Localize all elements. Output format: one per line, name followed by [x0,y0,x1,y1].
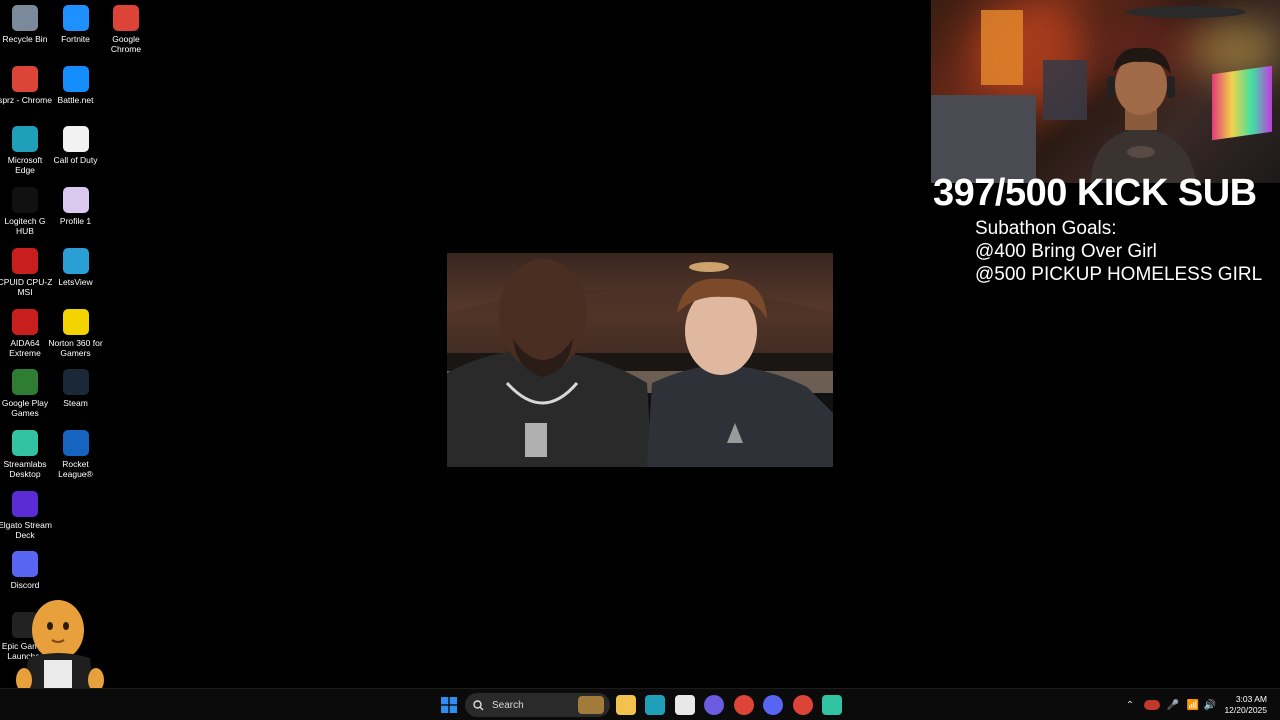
desktop-icon-label: Norton 360 for Gamers [48,337,103,358]
desktop-icon[interactable]: Microsoft Edge [0,126,50,175]
desktop-icon[interactable]: CPUID CPU-Z MSI [0,247,53,297]
start-button[interactable] [439,695,459,715]
cpuz-icon [12,247,38,274]
desktop-icon[interactable]: Battle.net [51,65,101,105]
steam-icon [62,369,89,396]
tray-app-icon[interactable] [1144,700,1160,710]
desktop-icon[interactable]: Norton 360 for Gamers [48,308,103,358]
chrome-profile-icon [12,65,38,92]
desktop-icon-label: Google Play Games [1,398,49,419]
clock-date: 12/20/2025 [1224,705,1267,715]
play-games-icon [12,369,38,396]
goal-500: @500 PICKUP HOMELESS GIRL [975,264,1263,285]
file-icon [62,126,89,153]
system-tray: ⌃ 🎤 📶 🔊 [1122,689,1217,720]
fortnite-icon [62,5,89,31]
desktop-icon[interactable]: sprz - Chrome [0,65,52,105]
desktop-icon-label: sprz - Chrome [0,94,52,105]
chevron-up-icon[interactable]: ⌃ [1122,700,1138,711]
desktop-icon-label: Discord [10,580,40,591]
desktop-icon[interactable]: Rocket League® [51,429,101,479]
edge-icon [12,126,38,153]
desktop-icon[interactable]: Discord [0,551,50,590]
goals-title: Subathon Goals: [975,218,1117,239]
taskbar-search[interactable]: Search [465,693,610,717]
desktop-icon-label: AIDA64 Extreme [9,337,41,358]
volume-icon[interactable]: 🔊 [1203,700,1217,711]
desktop-icon-label: Profile 1 [59,216,92,227]
rocket-league-icon [62,429,89,456]
desktop-icon[interactable]: Streamlabs Desktop [0,429,50,479]
desktop-icon-label: CPUID CPU-Z MSI [0,276,53,297]
desktop-icon-label: Recycle Bin [2,34,48,44]
sub-counter: 397/500 KICK SUB [933,172,1257,214]
chrome-icon [113,5,139,31]
search-icon [473,699,484,710]
search-label: Search [492,699,524,711]
wifi-icon[interactable]: 📶 [1186,700,1200,711]
taskbar: Search ⌃ 🎤 📶 🔊 3:03 AM 12/20/2025 [0,688,1280,720]
subathon-goals: Subathon Goals: @400 Bring Over Girl @50… [975,217,1262,286]
desktop-icon-label: Fortnite [61,34,90,44]
streamlabs-icon[interactable] [822,695,842,715]
norton-icon [62,308,89,335]
cortana-icon[interactable] [704,695,724,715]
clock[interactable]: 3:03 AM 12/20/2025 [1224,694,1267,716]
desktop-icon-label: Rocket League® [58,458,93,479]
battlenet-icon [62,65,89,92]
desktop-icon-label: Battle.net [57,94,94,105]
edge-icon[interactable] [645,695,665,715]
webcam-feed [931,0,1280,183]
desktop-icon-label: Streamlabs Desktop [3,458,47,479]
discord-icon [12,551,38,578]
recycle-bin-icon [12,5,38,31]
microphone-icon[interactable]: 🎤 [1166,700,1180,711]
stream-deck-icon [12,490,38,517]
desktop-icon-label: Elgato Stream Deck [0,519,52,540]
desktop-icon-label: Call of Duty [53,155,98,166]
search-highlight-icon [578,696,604,714]
desktop-icon[interactable]: AIDA64 Extreme [0,308,50,358]
desktop-icon[interactable]: Call of Duty [51,126,101,165]
aida64-icon [12,308,38,335]
windows-icon [441,697,457,713]
desktop-icon[interactable]: LetsView [51,247,101,287]
desktop-icon[interactable]: Google Play Games [0,369,50,418]
desktop-icon-label: Steam [63,398,88,409]
streamlabs-icon [12,429,38,456]
chrome-profile-icon[interactable] [793,695,813,715]
logitech-icon [12,187,38,214]
desktop-icon-label: LetsView [58,276,93,287]
desktop-icon[interactable]: Elgato Stream Deck [0,490,52,540]
profile-file-icon [62,187,89,214]
desktop-icon[interactable]: Fortnite [51,5,101,44]
desktop-icon[interactable]: Logitech G HUB [0,187,50,236]
chrome-icon[interactable] [734,695,754,715]
desktop-icon-label: Google Chrome [110,34,142,54]
goal-400: @400 Bring Over Girl [975,241,1157,262]
desktop-icon[interactable]: Profile 1 [51,187,101,226]
store-icon[interactable] [675,695,695,715]
video-player[interactable] [447,253,833,467]
letsview-icon [62,247,89,274]
desktop-icon[interactable]: Recycle Bin [0,5,50,44]
desktop-icon-label: Logitech G HUB [4,216,46,237]
desktop-icon[interactable]: Steam [51,369,101,408]
clock-time: 3:03 AM [1235,694,1267,704]
desktop-icon[interactable]: Google Chrome [101,5,151,54]
discord-icon[interactable] [763,695,783,715]
desktop-icon-label: Microsoft Edge [7,155,43,176]
file-explorer-icon[interactable] [616,695,636,715]
